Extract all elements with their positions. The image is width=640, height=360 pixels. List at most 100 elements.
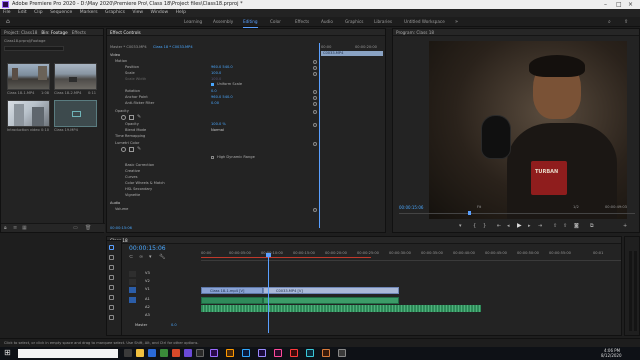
reset-volume-icon[interactable] [313,208,317,212]
home-icon[interactable]: ⌂ [6,17,10,27]
pen-tool-icon[interactable] [109,295,114,300]
reset-antiflicker-icon[interactable] [313,102,317,106]
windows-start-icon[interactable]: ⊞ [4,348,11,357]
menu-edit[interactable]: Edit [18,10,27,15]
go-to-in-icon[interactable]: ⇤ [497,223,501,229]
reset-motion-icon[interactable] [313,60,317,64]
after-effects-taskbar-icon[interactable] [258,349,266,357]
workspace-editing[interactable]: Editing [243,17,258,28]
track-a1-target[interactable] [129,297,136,303]
clip-thumbnail-2[interactable] [54,63,97,90]
taskbar-search-input[interactable] [18,349,118,358]
ec-row-motion[interactable]: Motion [115,59,127,63]
razor-tool-icon[interactable] [109,275,114,280]
play-icon[interactable]: ▶ [517,222,522,229]
ec-row-creative[interactable]: Creative [125,169,140,173]
app-icon-grey[interactable] [338,349,346,357]
bin-search-input[interactable] [4,46,64,51]
clip-thumbnail-3[interactable] [7,100,50,127]
menu-view[interactable]: View [132,10,143,15]
ec-playhead[interactable] [319,43,320,228]
track-select-tool-icon[interactable] [109,255,114,260]
pen-mask-icon[interactable]: ✎ [137,114,141,120]
ec-source[interactable]: Master * C0033.MP4 [110,45,147,49]
hdr-checkbox[interactable] [211,156,214,159]
ec-row-volume[interactable]: Volume [115,207,128,211]
workspace-effects[interactable]: Effects [295,17,309,27]
clip-thumbnail-1[interactable] [7,63,50,90]
blend-mode-select[interactable]: Normal [211,128,224,132]
workspace-learning[interactable]: Learning [184,17,202,27]
step-forward-icon[interactable]: ▸ [528,223,531,229]
acrobat-taskbar-icon[interactable] [290,349,298,357]
linked-selection-icon[interactable]: ∞ [139,254,143,260]
ec-row-opacity-group[interactable]: Opacity [115,109,129,113]
timeline-settings-icon[interactable]: 🔧︎ [159,254,165,260]
mail-icon[interactable] [148,349,156,357]
tab-effects[interactable]: Effects [72,30,86,35]
lumetri-rectangle-mask-icon[interactable] [129,147,134,152]
workspace-audio[interactable]: Audio [321,17,333,27]
ec-rotation-value[interactable]: 0.0 [211,89,217,93]
new-item-icon[interactable]: ▭ [73,225,78,231]
icon-view-icon[interactable]: ▦ [22,225,27,231]
ec-row-time-remapping[interactable]: Time Remapping [115,134,145,138]
track-a1-label[interactable]: A1 [145,297,150,301]
track-v2-target[interactable] [129,279,136,285]
track-master-value[interactable]: 0.0 [171,323,177,327]
reset-opacity-group-icon[interactable] [313,110,317,114]
chrome-icon[interactable] [172,349,180,357]
reset-rotation-icon[interactable] [313,90,317,94]
ec-anchor-value[interactable]: 960.0 540.0 [211,95,233,99]
workspace-overflow-icon[interactable]: » [455,17,458,27]
snap-icon[interactable]: ⊂ [129,254,133,260]
app-icon-green[interactable] [160,349,168,357]
ec-antiflicker-value[interactable]: 0.00 [211,101,219,105]
workspace-color[interactable]: Color [270,17,281,27]
lift-icon[interactable]: ⇧ [553,223,557,229]
comparison-view-icon[interactable]: ⧉ [590,223,594,229]
ec-row-vignette[interactable]: Vignette [125,193,140,197]
photoshop-taskbar-icon[interactable] [242,349,250,357]
search-icon[interactable]: ⌕ [608,17,611,27]
app-icon-teal[interactable] [306,349,314,357]
illustrator-taskbar-icon[interactable] [226,349,234,357]
tab-bin-footage[interactable]: Bin: Footage [41,30,68,35]
file-explorer-icon[interactable] [136,349,144,357]
menu-clip[interactable]: Clip [34,10,43,15]
reset-position-icon[interactable] [313,66,317,70]
timeline-playhead[interactable] [268,253,269,333]
track-v3-label[interactable]: V3 [145,271,150,275]
tab-effect-controls[interactable]: Effect Controls [110,30,141,35]
menu-sequence[interactable]: Sequence [50,10,72,15]
hand-tool-icon[interactable] [109,305,114,310]
premiere-taskbar-icon[interactable] [210,349,218,357]
track-v2-label[interactable]: V2 [145,279,150,283]
workspace-untitled[interactable]: Untitled Workspace [404,17,445,27]
extract-icon[interactable]: ⇪ [563,223,567,229]
program-monitor-title[interactable]: Program: Class 18 [396,30,434,35]
reset-scale-icon[interactable] [313,72,317,76]
lumetri-ellipse-mask-icon[interactable] [121,147,126,152]
app-icon-dark[interactable] [196,349,204,357]
app-icon-purple[interactable] [184,349,192,357]
program-fit-select[interactable]: Fit [477,205,481,209]
lumetri-pen-mask-icon[interactable]: ✎ [137,146,141,152]
ellipse-mask-icon[interactable] [121,115,126,120]
track-v3-target[interactable] [129,271,136,277]
ec-scale-value[interactable]: 100.0 [211,71,221,75]
menu-file[interactable]: File [3,10,11,15]
add-marker-tl-icon[interactable]: ▾ [149,254,152,260]
timeline-audio-clip-a1-b[interactable] [263,297,399,304]
track-v1-label[interactable]: V1 [145,287,150,291]
ec-row-hsl[interactable]: HSL Secondary [125,187,152,191]
ec-sequence[interactable]: Class 18 * C0033.MP4 [153,45,193,49]
track-v1-target[interactable] [129,287,136,293]
app-icon-orange[interactable] [322,349,330,357]
mark-out-icon[interactable]: } [483,223,486,229]
workspace-libraries[interactable]: Libraries [374,17,392,27]
menu-help[interactable]: Help [176,10,186,15]
minimize-icon[interactable]: – [604,0,607,9]
menu-graphics[interactable]: Graphics [105,10,125,15]
ec-position-value[interactable]: 960.0 540.0 [211,65,233,69]
